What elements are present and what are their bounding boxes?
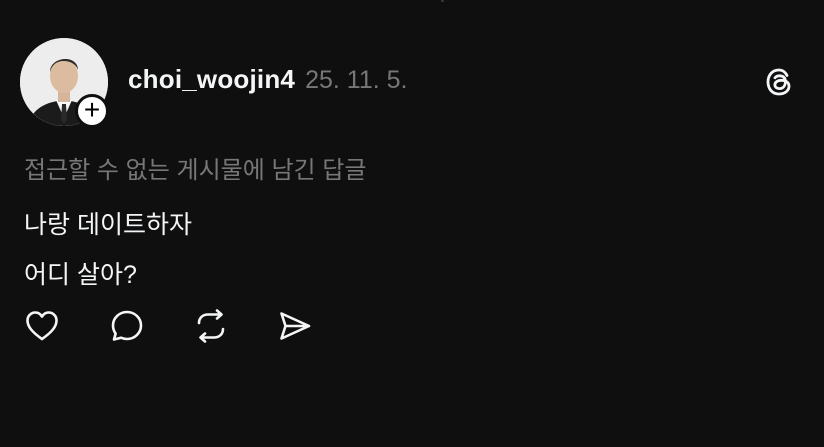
top-edge-mark: [441, 0, 444, 2]
share-button[interactable]: [275, 306, 315, 346]
timestamp[interactable]: 25. 11. 5.: [305, 66, 407, 95]
like-button[interactable]: [22, 306, 62, 346]
username[interactable]: choi_woojin4: [128, 64, 295, 95]
plus-icon: +: [83, 94, 101, 125]
heart-icon: [26, 311, 58, 341]
post-body: 나랑 데이트하자 어디 살아?: [24, 200, 192, 300]
post-line: 나랑 데이트하자: [24, 211, 192, 239]
follow-plus-button[interactable]: +: [75, 94, 109, 128]
reply-context-note: 접근할 수 없는 게시물에 남긴 답글: [24, 157, 367, 184]
post-header: choi_woojin4 25. 11. 5.: [128, 64, 408, 95]
author-avatar-group[interactable]: +: [20, 38, 109, 128]
comment-icon: [111, 310, 143, 341]
reply-button[interactable]: [107, 306, 147, 346]
post-line: 어디 살아?: [24, 261, 137, 289]
repost-icon: [197, 309, 225, 343]
threads-logo-icon[interactable]: [762, 65, 796, 99]
send-icon: [280, 312, 311, 340]
repost-button[interactable]: [191, 306, 231, 346]
